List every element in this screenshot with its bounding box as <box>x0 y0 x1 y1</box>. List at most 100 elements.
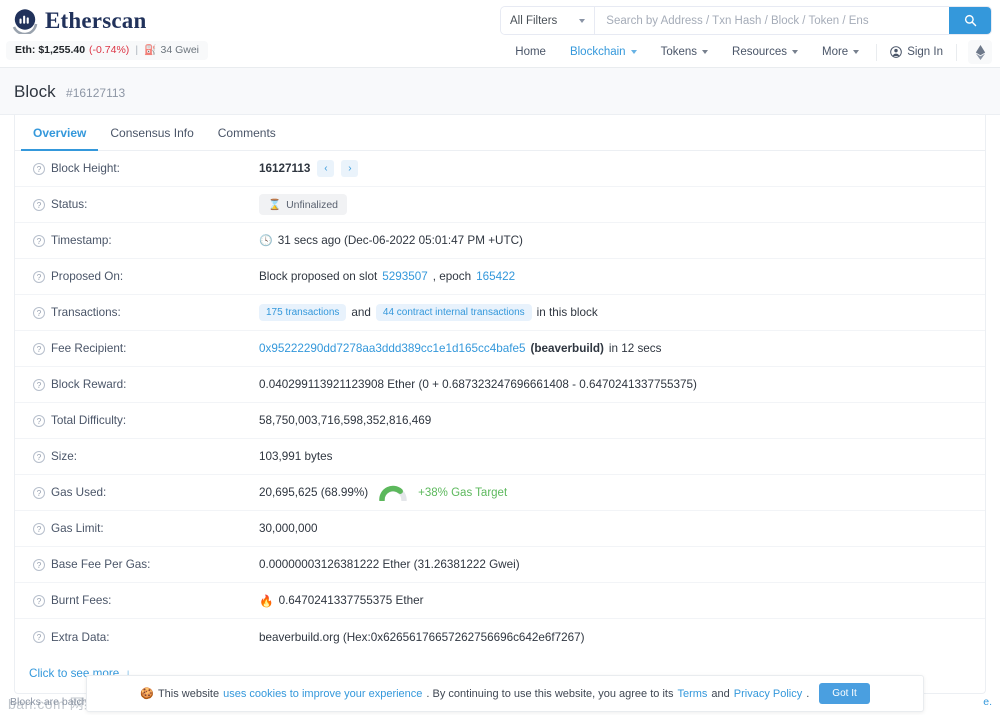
nav-label: Resources <box>732 46 787 58</box>
row-value: 20,695,625 (68.99%) +38% Gas Target <box>259 484 985 503</box>
slot-link[interactable]: 5293507 <box>382 270 428 283</box>
terms-link[interactable]: Terms <box>677 688 707 700</box>
help-icon[interactable]: ? <box>33 594 45 607</box>
cookie-accept-button[interactable]: Got It <box>819 683 870 704</box>
tab-consensus-info[interactable]: Consensus Info <box>98 115 205 151</box>
tab-label: Consensus Info <box>110 126 194 140</box>
block-overview-card: Overview Consensus Info Comments ? Block… <box>14 115 986 694</box>
nav-item-resources[interactable]: Resources <box>720 42 810 62</box>
gas-pump-icon: ⛽ <box>144 44 157 56</box>
search-input[interactable] <box>595 7 949 34</box>
label-text: Gas Used: <box>51 486 107 499</box>
epoch-link[interactable]: 165422 <box>476 270 515 283</box>
proposed-mid: , epoch <box>432 270 472 283</box>
help-icon[interactable]: ? <box>33 198 45 211</box>
nav-item-more[interactable]: More <box>810 42 871 62</box>
search-filter-dropdown[interactable]: All Filters <box>501 7 596 34</box>
row-value: 58,750,003,716,598,352,816,469 <box>259 414 985 427</box>
row-block-reward: ? Block Reward: 0.040299113921123908 Eth… <box>15 367 985 403</box>
row-value: 🕓 31 secs ago (Dec-06-2022 05:01:47 PM +… <box>259 234 985 247</box>
label-text: Gas Limit: <box>51 522 104 535</box>
chevron-down-icon <box>579 18 586 23</box>
nav-item-blockchain[interactable]: Blockchain <box>558 42 649 62</box>
row-value: 175 transactions and 44 contract interna… <box>259 304 985 321</box>
cookie-text-3: and <box>711 687 730 700</box>
nav-label: Tokens <box>660 46 698 58</box>
help-icon[interactable]: ? <box>33 631 45 643</box>
page-title: Block <box>14 82 56 101</box>
user-icon <box>890 46 902 58</box>
sign-in-label: Sign In <box>907 46 943 58</box>
row-label: ? Gas Used: <box>19 486 259 499</box>
help-icon[interactable]: ? <box>33 234 45 247</box>
nav-item-home[interactable]: Home <box>503 42 558 62</box>
label-text: Transactions: <box>51 306 121 319</box>
row-value: 16127113 ‹ › <box>259 160 985 177</box>
timestamp-value: 31 secs ago (Dec-06-2022 05:01:47 PM +UT… <box>277 234 523 247</box>
cookie-text-2: . By continuing to use this website, you… <box>426 687 674 700</box>
base-fee-value: 0.00000003126381222 Ether (31.26381222 G… <box>259 558 520 571</box>
top-header: Etherscan Eth: $1,255.40 (-0.74%) | ⛽ 34… <box>0 0 1000 68</box>
label-text: Proposed On: <box>51 270 124 283</box>
help-icon[interactable]: ? <box>33 378 45 391</box>
row-base-fee-per-gas: ? Base Fee Per Gas: 0.00000003126381222 … <box>15 547 985 583</box>
transactions-count-badge[interactable]: 175 transactions <box>259 304 347 321</box>
block-height-value: 16127113 <box>259 162 311 175</box>
ethereum-network-button[interactable] <box>968 40 992 64</box>
help-icon[interactable]: ? <box>33 306 45 319</box>
search-button[interactable] <box>949 7 991 34</box>
internal-transactions-badge[interactable]: 44 contract internal transactions <box>375 304 532 321</box>
help-icon[interactable]: ? <box>33 414 45 427</box>
previous-block-button[interactable]: ‹ <box>317 160 335 177</box>
help-icon[interactable]: ? <box>33 558 45 571</box>
label-text: Base Fee Per Gas: <box>51 558 151 571</box>
conjunction: and <box>351 306 371 319</box>
chevron-down-icon <box>630 50 637 54</box>
label-text: Burnt Fees: <box>51 594 112 607</box>
row-burnt-fees: ? Burnt Fees: 🔥 0.6470241337755375 Ether <box>15 583 985 619</box>
cookie-text-4: . <box>806 687 810 700</box>
help-icon[interactable]: ? <box>33 450 45 463</box>
row-label: ? Status: <box>19 198 259 211</box>
help-icon[interactable]: ? <box>33 162 45 175</box>
brand-name: Etherscan <box>45 8 147 33</box>
row-gas-used: ? Gas Used: 20,695,625 (68.99%) +38% Gas… <box>15 475 985 511</box>
row-label: ? Proposed On: <box>19 270 259 283</box>
tab-bar: Overview Consensus Info Comments <box>15 115 985 151</box>
tab-overview[interactable]: Overview <box>21 115 99 151</box>
eth-price: Eth: $1,255.40 <box>15 44 86 56</box>
gas-usage-gauge-icon <box>378 484 408 503</box>
row-label: ? Gas Limit: <box>19 522 259 535</box>
extra-data-value: beaverbuild.org (Hex:0x62656176657262756… <box>259 630 585 644</box>
nav-label: Home <box>515 46 546 58</box>
nav-item-tokens[interactable]: Tokens <box>649 42 720 62</box>
fee-recipient-name: (beaverbuild) <box>530 342 604 355</box>
nav-divider <box>956 43 957 61</box>
cookie-policy-link[interactable]: uses cookies to improve your experience <box>223 688 422 700</box>
proposed-prefix: Block proposed on slot <box>259 270 378 283</box>
tab-comments[interactable]: Comments <box>206 115 288 151</box>
help-icon[interactable]: ? <box>33 270 45 283</box>
brand-logo[interactable]: Etherscan <box>12 8 147 36</box>
size-value: 103,991 bytes <box>259 450 333 463</box>
search-bar: All Filters <box>500 6 992 35</box>
row-block-height: ? Block Height: 16127113 ‹ › <box>15 151 985 187</box>
tab-label: Comments <box>217 126 276 140</box>
nav-label: More <box>821 46 849 58</box>
help-icon[interactable]: ? <box>33 342 45 355</box>
cookie-icon: 🍪 <box>140 688 154 700</box>
help-icon[interactable]: ? <box>33 522 45 535</box>
chevron-down-icon <box>791 50 798 54</box>
eth-price-change: (-0.74%) <box>89 44 130 56</box>
row-value: 103,991 bytes <box>259 450 985 463</box>
row-value: Block proposed on slot 5293507 , epoch 1… <box>259 270 985 283</box>
privacy-policy-link[interactable]: Privacy Policy <box>734 688 802 700</box>
next-block-button[interactable]: › <box>341 160 359 177</box>
sign-in-button[interactable]: Sign In <box>882 42 951 62</box>
fee-recipient-address-link[interactable]: 0x95222290dd7278aa3ddd389cc1e1d165cc4baf… <box>259 342 525 355</box>
row-label: ? Block Height: <box>19 162 259 175</box>
help-icon[interactable]: ? <box>33 486 45 499</box>
row-value: 0.00000003126381222 Ether (31.26381222 G… <box>259 558 985 571</box>
block-reward-value: 0.040299113921123908 Ether (0 + 0.687323… <box>259 378 697 391</box>
footer-note-link-fragment[interactable]: e. <box>983 696 992 708</box>
